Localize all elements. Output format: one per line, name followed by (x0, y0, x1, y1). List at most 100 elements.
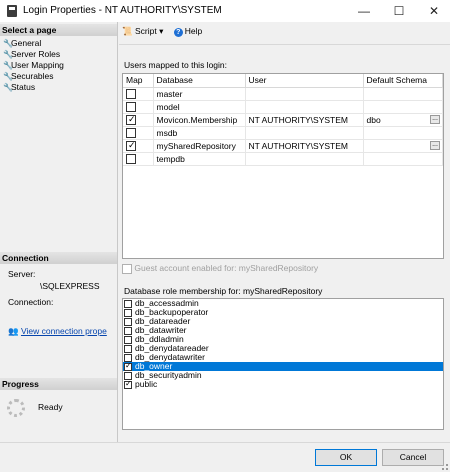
map-cell[interactable] (123, 139, 154, 153)
page-label: Securables (11, 71, 54, 81)
table-row[interactable]: model (123, 100, 443, 114)
progress-header: Progress (0, 378, 117, 390)
view-connection-properties[interactable]: 👥 View connection prope (8, 326, 107, 337)
title-bar: Login Properties - NT AUTHORITY\SYSTEM —… (0, 0, 450, 22)
role-checkbox[interactable] (124, 299, 132, 308)
users-mapped-grid[interactable]: Map Database User Default Schema master … (122, 73, 444, 259)
role-checkbox[interactable] (124, 317, 132, 326)
database-cell: mySharedRepository (153, 139, 246, 153)
page-general[interactable]: 🔧General (3, 38, 41, 48)
schema-cell[interactable] (363, 152, 443, 166)
column-header-database[interactable]: Database (153, 74, 246, 88)
map-checkbox[interactable] (126, 114, 136, 125)
cancel-button[interactable]: Cancel (382, 449, 444, 466)
column-header-default-schema[interactable]: Default Schema (363, 74, 443, 88)
role-membership-list[interactable]: db_accessadmin db_backupoperator db_data… (122, 298, 444, 430)
select-page-header: Select a page (0, 24, 117, 36)
table-row[interactable]: tempdb (123, 152, 443, 166)
page-user-mapping[interactable]: 🔧User Mapping (3, 60, 64, 70)
page-label: Status (11, 82, 36, 92)
connection-label: Connection: (8, 297, 54, 307)
map-cell[interactable] (123, 87, 154, 101)
maximize-button[interactable]: ☐ (381, 0, 417, 22)
minimize-button[interactable]: — (346, 0, 382, 22)
script-icon: 📜 (122, 26, 133, 36)
help-icon: ? (173, 28, 183, 37)
table-row[interactable]: mySharedRepository NT AUTHORITY\SYSTEM .… (123, 139, 443, 153)
wrench-icon: 🔧 (3, 83, 13, 92)
schema-value: dbo (366, 114, 381, 125)
role-checkbox[interactable] (124, 335, 132, 344)
wrench-icon: 🔧 (3, 72, 13, 81)
resize-grip-icon[interactable] (442, 464, 448, 470)
role-checkbox[interactable] (124, 344, 132, 353)
map-checkbox[interactable] (126, 153, 136, 164)
schema-cell[interactable] (363, 100, 443, 114)
column-header-user[interactable]: User (245, 74, 364, 88)
page-server-roles[interactable]: 🔧Server Roles (3, 49, 60, 59)
schema-cell[interactable] (363, 87, 443, 101)
role-checkbox[interactable] (124, 308, 132, 317)
table-row[interactable]: msdb (123, 126, 443, 140)
guest-account-option: Guest account enabled for: mySharedRepos… (122, 263, 318, 274)
database-cell: Movicon.Membership (153, 113, 246, 127)
server-value: \SQLEXPRESS (40, 281, 100, 291)
wrench-icon: 🔧 (3, 50, 13, 59)
script-button[interactable]: 📜 Script ▾ (122, 26, 163, 37)
role-name: public (135, 379, 158, 389)
map-checkbox[interactable] (126, 127, 136, 138)
table-row[interactable]: Movicon.Membership NT AUTHORITY\SYSTEM d… (123, 113, 443, 127)
column-header-map[interactable]: Map (123, 74, 154, 88)
table-row[interactable]: master (123, 87, 443, 101)
left-pane: Select a page 🔧General 🔧Server Roles 🔧Us… (0, 22, 118, 442)
close-button[interactable]: ✕ (416, 0, 450, 22)
map-cell[interactable] (123, 100, 154, 114)
database-cell: msdb (153, 126, 246, 140)
footer-divider (0, 442, 450, 443)
schema-browse-button[interactable]: ... (430, 114, 440, 124)
list-item[interactable]: public (123, 379, 443, 389)
database-cell: model (153, 100, 246, 114)
map-checkbox[interactable] (126, 88, 136, 99)
help-button[interactable]: ? Help (173, 26, 202, 37)
map-checkbox[interactable] (126, 140, 136, 151)
progress-spinner-icon (7, 399, 25, 417)
page-securables[interactable]: 🔧Securables (3, 71, 54, 81)
map-cell[interactable] (123, 152, 154, 166)
wrench-icon: 🔧 (3, 61, 13, 70)
window-title: Login Properties - NT AUTHORITY\SYSTEM (23, 5, 222, 16)
user-cell[interactable]: NT AUTHORITY\SYSTEM (245, 139, 364, 153)
list-item[interactable]: db_securityadmin (123, 371, 443, 380)
map-checkbox[interactable] (126, 101, 136, 112)
page-label: General (11, 38, 42, 48)
page-label: User Mapping (11, 60, 64, 70)
schema-browse-button[interactable]: ... (430, 141, 440, 150)
user-cell[interactable] (245, 126, 364, 140)
role-checkbox[interactable] (124, 326, 132, 335)
app-icon (7, 5, 17, 17)
user-cell[interactable] (245, 100, 364, 114)
page-status[interactable]: 🔧Status (3, 82, 35, 92)
map-cell[interactable] (123, 126, 154, 140)
toolbar-divider (119, 44, 450, 45)
ok-button[interactable]: OK (315, 449, 377, 466)
schema-cell[interactable]: ... (363, 139, 443, 153)
map-cell[interactable] (123, 113, 154, 127)
role-membership-label: Database role membership for: mySharedRe… (124, 286, 323, 296)
schema-cell[interactable] (363, 126, 443, 140)
view-connection-link[interactable]: View connection prope (21, 326, 107, 336)
role-checkbox[interactable] (124, 379, 132, 389)
server-label: Server: (8, 269, 36, 279)
database-cell: tempdb (153, 152, 246, 166)
connection-header: Connection (0, 252, 117, 264)
guest-label: Guest account enabled for: mySharedRepos… (134, 263, 319, 273)
guest-checkbox (122, 263, 132, 274)
role-checkbox[interactable] (124, 361, 132, 371)
user-cell[interactable] (245, 152, 364, 166)
schema-cell[interactable]: dbo... (363, 113, 443, 127)
wrench-icon: 🔧 (3, 39, 13, 48)
user-cell[interactable]: NT AUTHORITY\SYSTEM (245, 113, 364, 127)
user-cell[interactable] (245, 87, 364, 101)
chevron-down-icon: ▾ (159, 26, 164, 36)
script-label: Script (134, 26, 157, 36)
